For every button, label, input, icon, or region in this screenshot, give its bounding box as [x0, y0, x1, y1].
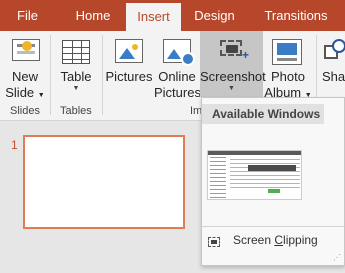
online-pictures-icon [163, 39, 195, 66]
online-pictures-button[interactable]: Online Pictures [154, 33, 201, 103]
new-slide-label-2: Slide ▼ [5, 85, 45, 100]
online-pictures-label-1: Online [158, 69, 196, 84]
screenshot-dropdown: Available Windows Screen Clipping ⋰ [201, 97, 345, 266]
photo-album-icon [272, 39, 302, 65]
pictures-label: Pictures [105, 69, 153, 84]
screenshot-button[interactable]: + Screenshot ▼ [200, 31, 266, 97]
tab-home[interactable]: Home [64, 0, 122, 31]
picture-icon [115, 39, 143, 63]
chevron-down-icon: ▼ [72, 85, 80, 92]
available-windows-header: Available Windows [202, 104, 324, 124]
globe-icon [181, 52, 195, 66]
slide-number: 1 [11, 138, 18, 152]
pictures-button[interactable]: Pictures [105, 33, 153, 103]
screenshot-label: Screenshot [200, 69, 266, 84]
available-window-thumbnail[interactable] [207, 150, 302, 200]
online-pictures-label-2: Pictures [154, 85, 201, 100]
shapes-label: Shap [322, 69, 345, 84]
tab-file[interactable]: File [0, 0, 55, 31]
table-button[interactable]: Table ▼ [56, 33, 96, 103]
new-slide-label-1: New [11, 69, 38, 84]
plus-icon: + [241, 48, 249, 62]
group-divider [50, 35, 51, 115]
screen-clipping-icon [208, 237, 220, 247]
group-divider [102, 35, 103, 115]
shapes-icon [324, 39, 345, 63]
resize-grip-icon[interactable]: ⋰ [333, 253, 341, 262]
chevron-down-icon: ▼ [228, 85, 235, 92]
photo-album-button[interactable]: Photo Album ▼ [264, 33, 312, 103]
camera-icon [226, 45, 238, 53]
tab-design[interactable]: Design [186, 0, 243, 31]
photo-album-label-1: Photo [271, 69, 305, 84]
tab-insert[interactable]: Insert [126, 3, 181, 31]
screenshot-icon: + [220, 40, 249, 62]
screen-clipping-label: Screen Clipping [233, 233, 318, 247]
table-icon [62, 40, 90, 64]
shapes-button[interactable]: Shap [320, 33, 345, 103]
group-label-slides: Slides [10, 105, 40, 117]
table-label: Table [60, 69, 92, 84]
new-slide-button[interactable]: New Slide ▼ [2, 33, 48, 103]
sun-icon [22, 41, 32, 51]
group-label-tables: Tables [60, 105, 92, 117]
screen-clipping-item[interactable]: Screen Clipping [202, 229, 344, 253]
menu-divider [202, 226, 344, 227]
tab-transitions[interactable]: Transitions [252, 0, 340, 31]
new-slide-icon [12, 39, 40, 61]
ribbon-tab-bar: File Home Insert Design Transitions [0, 0, 345, 31]
slide-thumbnail[interactable] [23, 135, 185, 229]
